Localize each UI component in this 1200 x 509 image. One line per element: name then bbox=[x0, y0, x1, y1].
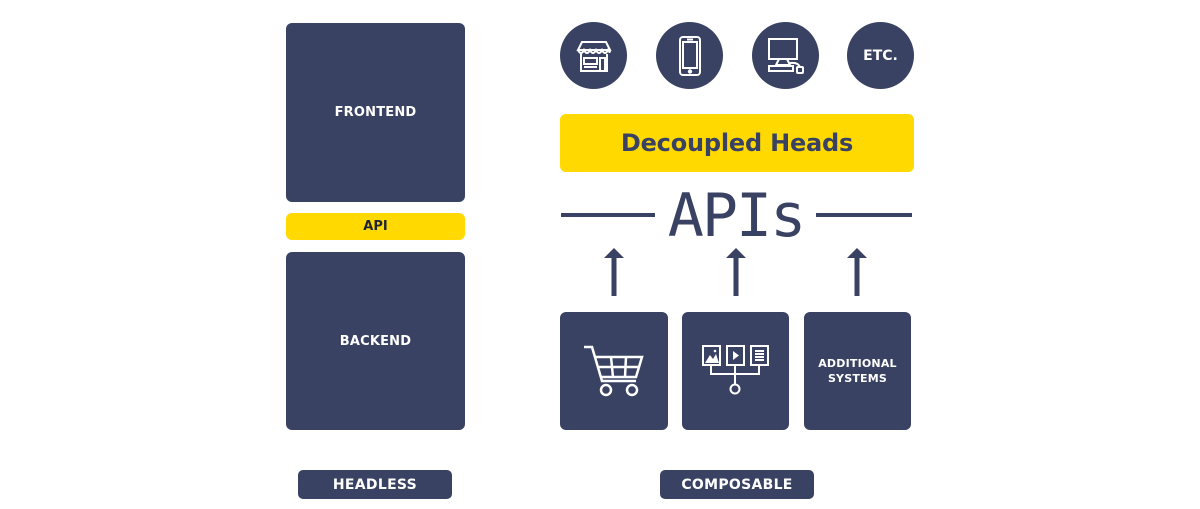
composable-caption-text: COMPOSABLE bbox=[681, 476, 793, 493]
shopping-cart-icon bbox=[584, 345, 644, 397]
apis-title: APIs bbox=[660, 186, 812, 246]
desktop-computer-icon bbox=[767, 37, 804, 74]
composable-caption: COMPOSABLE bbox=[660, 470, 814, 499]
system-commerce bbox=[560, 312, 668, 430]
decoupled-heads-label: Decoupled Heads bbox=[620, 129, 854, 157]
frontend-block: FRONTEND bbox=[286, 23, 465, 202]
apis-rule-right bbox=[816, 213, 912, 217]
system-content bbox=[682, 312, 789, 430]
arrow-up-icon bbox=[847, 248, 867, 296]
backend-label: BACKEND bbox=[339, 333, 412, 349]
headless-caption: HEADLESS bbox=[298, 470, 452, 499]
arrow-up-icon bbox=[726, 248, 746, 296]
api-bar: API bbox=[286, 213, 465, 240]
apis-rule-left bbox=[561, 213, 655, 217]
additional-systems-line2: SYSTEMS bbox=[827, 372, 888, 385]
frontend-label: FRONTEND bbox=[334, 105, 417, 120]
etc-label: ETC. bbox=[863, 47, 898, 64]
additional-systems-line1: ADDITIONAL bbox=[818, 357, 897, 370]
storefront-icon bbox=[575, 40, 612, 72]
content-assets-icon bbox=[701, 345, 769, 395]
head-storefront bbox=[560, 22, 627, 89]
apis-label: APIs bbox=[667, 181, 806, 251]
headless-caption-text: HEADLESS bbox=[332, 476, 418, 493]
decoupled-heads-bar: Decoupled Heads bbox=[560, 114, 914, 172]
head-desktop bbox=[752, 22, 819, 89]
system-additional: ADDITIONAL SYSTEMS bbox=[804, 312, 911, 430]
arrow-up-icon bbox=[604, 248, 624, 296]
api-label: API bbox=[363, 219, 388, 234]
head-etc: ETC. bbox=[847, 22, 914, 89]
head-smartphone bbox=[656, 22, 723, 89]
smartphone-icon bbox=[678, 35, 701, 76]
backend-block: BACKEND bbox=[286, 252, 465, 430]
